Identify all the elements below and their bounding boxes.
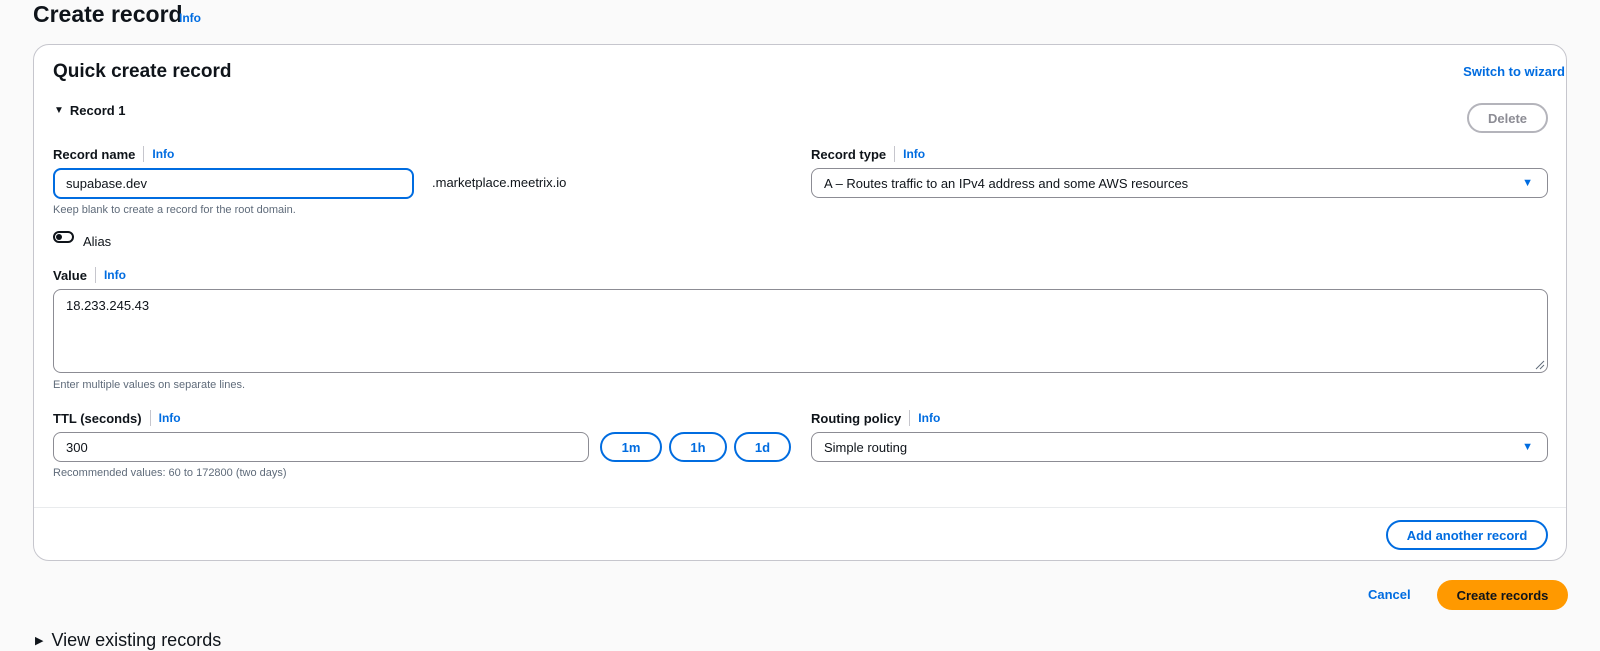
record-name-input[interactable]: supabase.dev bbox=[53, 168, 414, 199]
record-name-value: supabase.dev bbox=[66, 176, 147, 191]
panel-divider bbox=[34, 507, 1566, 508]
value-label: Value bbox=[53, 267, 87, 283]
routing-policy-value: Simple routing bbox=[824, 439, 908, 455]
create-records-button[interactable]: Create records bbox=[1437, 580, 1568, 610]
resize-grip-icon[interactable] bbox=[1535, 360, 1545, 370]
value-textarea[interactable]: 18.233.245.43 bbox=[53, 289, 1548, 373]
record-name-label: Record name bbox=[53, 146, 136, 162]
value-label-row: Value Info bbox=[53, 267, 126, 283]
record-1-label: Record 1 bbox=[69, 103, 126, 118]
view-existing-records-label: View existing records bbox=[51, 630, 222, 650]
routing-policy-info-link[interactable]: Info bbox=[918, 411, 940, 425]
ttl-1h-button[interactable]: 1h bbox=[669, 432, 727, 462]
ttl-value: 300 bbox=[66, 439, 88, 455]
routing-policy-label: Routing policy bbox=[811, 410, 902, 426]
caret-right-icon: ▶ bbox=[35, 635, 44, 647]
label-separator bbox=[894, 146, 896, 162]
record-type-label: Record type bbox=[811, 146, 887, 162]
ttl-1d-button[interactable]: 1d bbox=[734, 432, 791, 462]
alias-label: Alias bbox=[83, 234, 112, 249]
ttl-info-link[interactable]: Info bbox=[159, 411, 181, 425]
record-type-value: A – Routes traffic to an IPv4 address an… bbox=[824, 175, 1189, 191]
record-name-hint: Keep blank to create a record for the ro… bbox=[53, 204, 296, 216]
record-type-label-row: Record type Info bbox=[811, 146, 925, 162]
alias-toggle[interactable] bbox=[53, 231, 74, 243]
toggle-knob bbox=[56, 234, 62, 240]
record-name-label-row: Record name Info bbox=[53, 146, 174, 162]
domain-suffix: .marketplace.meetrix.io bbox=[432, 175, 567, 190]
view-existing-records-expander[interactable]: ▶ View existing records bbox=[35, 630, 221, 651]
add-another-record-button[interactable]: Add another record bbox=[1386, 520, 1548, 550]
panel-title: Quick create record bbox=[53, 61, 232, 82]
label-separator bbox=[909, 410, 911, 426]
label-separator bbox=[149, 410, 151, 426]
record-name-info-link[interactable]: Info bbox=[152, 147, 174, 161]
routing-policy-select[interactable]: Simple routing ▼ bbox=[811, 432, 1548, 462]
value-hint: Enter multiple values on separate lines. bbox=[53, 379, 245, 391]
label-separator bbox=[94, 267, 96, 283]
ttl-label: TTL (seconds) bbox=[53, 410, 142, 426]
dropdown-caret-icon: ▼ bbox=[1522, 177, 1533, 189]
caret-down-icon: ▼ bbox=[54, 105, 64, 116]
page-title: Create record bbox=[33, 1, 183, 27]
switch-to-wizard-link[interactable]: Switch to wizard bbox=[1463, 64, 1565, 79]
ttl-label-row: TTL (seconds) Info bbox=[53, 410, 181, 426]
value-text: 18.233.245.43 bbox=[66, 298, 150, 313]
cancel-button[interactable]: Cancel bbox=[1368, 587, 1411, 602]
page-info-link[interactable]: Info bbox=[179, 11, 201, 25]
value-info-link[interactable]: Info bbox=[104, 268, 126, 282]
ttl-1m-button[interactable]: 1m bbox=[600, 432, 662, 462]
dropdown-caret-icon: ▼ bbox=[1522, 441, 1533, 453]
record-type-info-link[interactable]: Info bbox=[903, 147, 925, 161]
ttl-input[interactable]: 300 bbox=[53, 432, 589, 462]
delete-button[interactable]: Delete bbox=[1467, 103, 1548, 133]
label-separator bbox=[143, 146, 145, 162]
routing-policy-label-row: Routing policy Info bbox=[811, 410, 940, 426]
record-type-select[interactable]: A – Routes traffic to an IPv4 address an… bbox=[811, 168, 1548, 198]
ttl-hint: Recommended values: 60 to 172800 (two da… bbox=[53, 467, 287, 479]
record-1-expander[interactable]: ▼ Record 1 bbox=[54, 103, 126, 118]
